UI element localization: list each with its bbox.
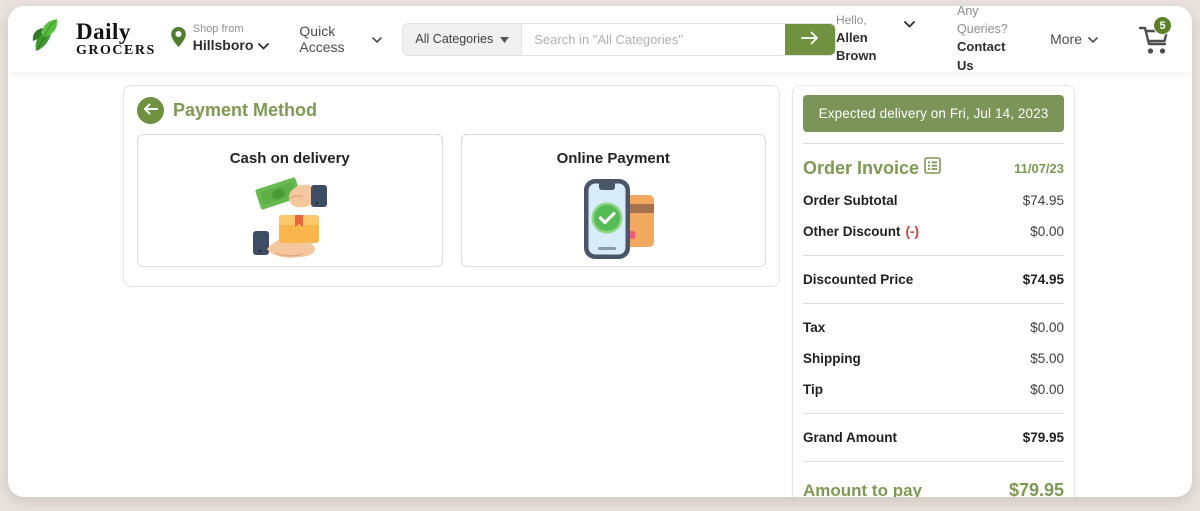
greeting-text: Hello, Allen Brown bbox=[836, 12, 878, 65]
payment-header: Payment Method bbox=[137, 97, 766, 124]
online-payment-illustration-icon bbox=[554, 171, 672, 272]
queries-label: Any Queries? bbox=[957, 6, 1008, 36]
location-text: Shop from Hillsboro bbox=[193, 23, 270, 54]
search-submit-button[interactable] bbox=[784, 23, 835, 55]
contact-us-label: Contact Us bbox=[957, 39, 1006, 73]
payment-option-label: Online Payment bbox=[556, 150, 670, 167]
row-value: $79.95 bbox=[1022, 430, 1064, 445]
row-value: $0.00 bbox=[1030, 224, 1064, 239]
location-label: Shop from bbox=[192, 23, 244, 36]
location-value: Hillsboro bbox=[193, 37, 270, 55]
amount-to-pay-value: $79.95 bbox=[1008, 480, 1064, 497]
quick-access-label: Quick Access bbox=[299, 23, 345, 55]
chevron-down-icon bbox=[1088, 31, 1098, 47]
logo-text: Daily GROCERS bbox=[76, 20, 156, 58]
discount-minus-indicator: (-) bbox=[905, 224, 920, 239]
main-content: Payment Method Cash on delivery Online P… bbox=[8, 72, 1192, 497]
row-value: $74.95 bbox=[1022, 193, 1064, 208]
cart-count-badge: 5 bbox=[1153, 16, 1172, 35]
arrow-right-icon bbox=[801, 31, 819, 48]
cart-icon bbox=[1136, 26, 1172, 62]
invoice-title-row: Order Invoice 11/07/23 bbox=[803, 157, 1064, 179]
invoice-row-order-subtotal: Order Subtotal $74.95 bbox=[803, 185, 1064, 216]
row-value: $0.00 bbox=[1030, 382, 1064, 397]
divider bbox=[803, 255, 1064, 256]
more-menu[interactable]: More bbox=[1050, 31, 1098, 47]
contact-us-link[interactable]: Any Queries? Contact Us bbox=[957, 6, 1010, 75]
location-city: Hillsboro bbox=[192, 37, 254, 54]
map-pin-icon bbox=[170, 26, 187, 53]
back-button[interactable] bbox=[137, 97, 164, 124]
search-category-dropdown[interactable]: All Categories bbox=[403, 23, 523, 55]
invoice-date: 11/07/23 bbox=[1014, 160, 1064, 176]
invoice-title-label: Order Invoice bbox=[803, 157, 920, 178]
location-selector[interactable]: Shop from Hillsboro bbox=[170, 23, 270, 54]
row-label: Shipping bbox=[803, 351, 861, 366]
logo[interactable]: Daily GROCERS bbox=[30, 17, 156, 62]
invoice-list-icon[interactable] bbox=[924, 157, 941, 179]
search-bar: All Categories bbox=[402, 22, 836, 56]
chevron-down-icon bbox=[904, 15, 915, 33]
invoice-row-amount-to-pay: Amount to pay $79.95 bbox=[803, 470, 1064, 497]
search-input[interactable] bbox=[522, 23, 785, 55]
row-value: $5.00 bbox=[1030, 351, 1064, 366]
user-name: Allen Brown bbox=[835, 30, 877, 64]
divider bbox=[803, 143, 1064, 144]
row-label: Discounted Price bbox=[803, 272, 914, 287]
account-menu[interactable]: Hello, Allen Brown bbox=[836, 12, 915, 65]
invoice-row-shipping: Shipping $5.00 bbox=[803, 343, 1064, 374]
invoice-row-other-discount: Other Discount (-) $0.00 bbox=[803, 216, 1064, 247]
row-label: Tip bbox=[803, 382, 823, 397]
row-label: Other Discount bbox=[803, 224, 901, 239]
payment-method-cards: Cash on delivery Online Payment bbox=[137, 134, 766, 267]
invoice-row-discounted-price: Discounted Price $74.95 bbox=[803, 264, 1064, 295]
logo-line2: GROCERS bbox=[76, 43, 156, 58]
divider bbox=[803, 303, 1064, 304]
header-right: Hello, Allen Brown Any Queries? Contact … bbox=[836, 6, 1172, 75]
divider bbox=[803, 461, 1064, 462]
amount-to-pay-label: Amount to pay bbox=[803, 481, 922, 497]
payment-method-panel: Payment Method Cash on delivery Online P… bbox=[123, 85, 780, 287]
header: Daily GROCERS Shop from Hillsboro Quick … bbox=[8, 6, 1192, 75]
dropdown-arrow-icon bbox=[500, 32, 510, 46]
logo-line1: Daily bbox=[76, 19, 131, 44]
more-label: More bbox=[1050, 31, 1082, 47]
row-label: Grand Amount bbox=[803, 430, 897, 445]
payment-option-online-payment[interactable]: Online Payment bbox=[460, 134, 766, 267]
invoice-title: Order Invoice bbox=[803, 157, 941, 179]
logo-leaves-icon bbox=[30, 17, 72, 62]
invoice-row-grand-amount: Grand Amount $79.95 bbox=[803, 422, 1064, 453]
arrow-left-icon bbox=[143, 103, 158, 118]
row-label: Tax bbox=[803, 320, 826, 335]
app-window: Daily GROCERS Shop from Hillsboro Quick … bbox=[8, 6, 1192, 497]
order-invoice-panel: Expected delivery on Fri, Jul 14, 2023 O… bbox=[792, 85, 1075, 497]
row-value: $0.00 bbox=[1030, 320, 1064, 335]
greeting-label: Hello, bbox=[835, 13, 867, 28]
search-category-label: All Categories bbox=[415, 32, 494, 46]
chevron-down-icon bbox=[372, 31, 383, 47]
invoice-row-tax: Tax $0.00 bbox=[803, 312, 1064, 343]
payment-option-cash-on-delivery[interactable]: Cash on delivery bbox=[137, 134, 443, 267]
row-value: $74.95 bbox=[1022, 272, 1064, 287]
payment-method-title: Payment Method bbox=[173, 100, 318, 120]
divider bbox=[803, 413, 1064, 414]
invoice-row-tip: Tip $0.00 bbox=[803, 374, 1064, 405]
row-label: Order Subtotal bbox=[803, 193, 898, 208]
expected-delivery-banner: Expected delivery on Fri, Jul 14, 2023 bbox=[803, 95, 1064, 132]
quick-access-menu[interactable]: Quick Access bbox=[299, 23, 383, 55]
cart-button[interactable]: 5 bbox=[1136, 16, 1172, 62]
payment-option-label: Cash on delivery bbox=[229, 150, 350, 167]
chevron-down-icon bbox=[258, 37, 270, 55]
cash-on-delivery-illustration-icon bbox=[231, 171, 349, 272]
